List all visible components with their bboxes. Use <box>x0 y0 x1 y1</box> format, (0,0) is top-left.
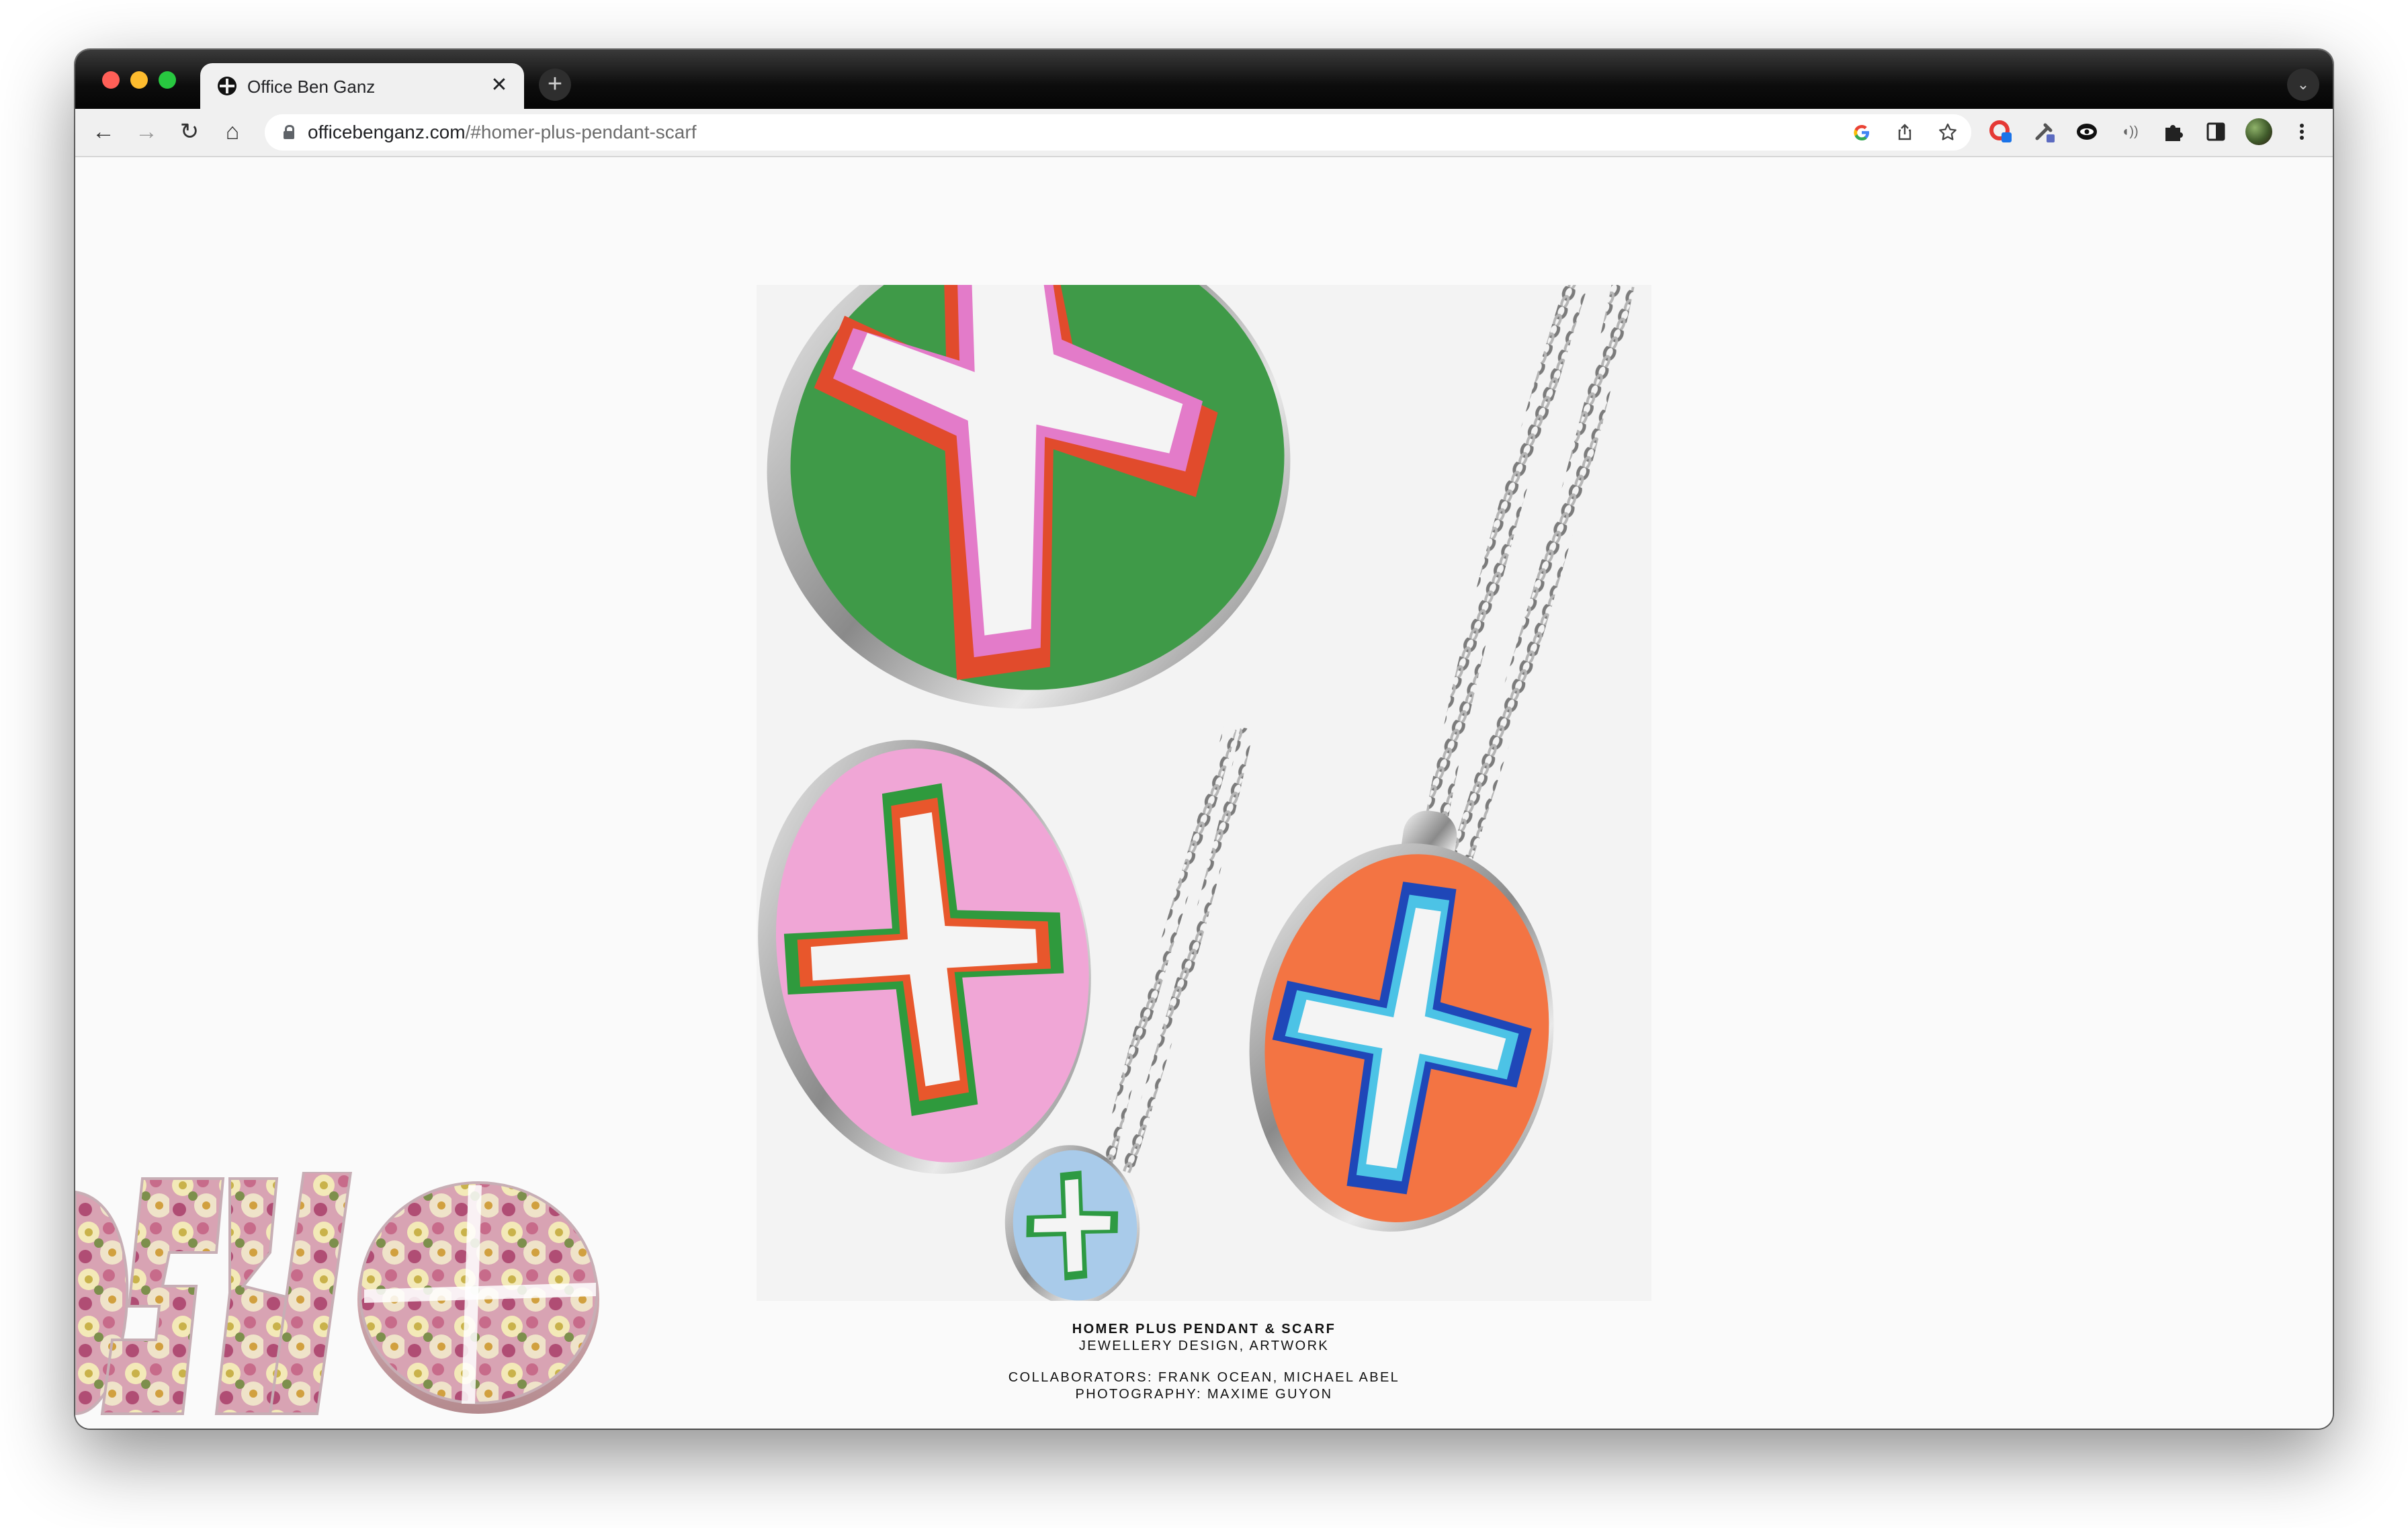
share-icon[interactable] <box>1893 121 1916 144</box>
sidepanel-icon[interactable] <box>2202 118 2229 145</box>
dropper-extension-icon[interactable] <box>2030 118 2057 145</box>
sound-extension-icon[interactable]: ◖)) <box>2116 118 2143 145</box>
menu-icon[interactable] <box>2288 118 2315 145</box>
lock-icon[interactable] <box>284 125 294 139</box>
puzzle-icon[interactable] <box>2159 118 2186 145</box>
browser-toolbar: ← → ↻ ⌂ officebenganz.com/#homer-plus-pe… <box>75 109 2333 157</box>
url-host: officebenganz.com <box>308 122 466 142</box>
floral-logo-image[interactable] <box>75 1172 606 1429</box>
homer-plus-pendants-image[interactable] <box>757 285 1651 1301</box>
browser-window: Office Ben Ganz ✕ + ⌄ ← → ↻ ⌂ officebeng… <box>75 50 2333 1429</box>
forward-button[interactable]: → <box>130 116 163 148</box>
zoom-window-button[interactable] <box>159 71 176 89</box>
page-content: HOMER PLUS PENDANT & SCARF JEWELLERY DES… <box>75 157 2333 1429</box>
project-disciplines: JEWELLERY DESIGN, ARTWORK <box>1078 1339 1330 1353</box>
project-collaborators: COLLABORATORS: FRANK OCEAN, MICHAEL ABEL <box>1008 1370 1400 1385</box>
tab-office-ben-ganz[interactable]: Office Ben Ganz ✕ <box>200 63 524 109</box>
url-text[interactable]: officebenganz.com/#homer-plus-pendant-sc… <box>308 122 696 143</box>
close-window-button[interactable] <box>102 71 120 89</box>
google-icon[interactable] <box>1850 121 1873 144</box>
project-photography: PHOTOGRAPHY: MAXIME GUYON <box>1075 1387 1333 1402</box>
project-title[interactable]: HOMER PLUS PENDANT & SCARF <box>757 1321 1651 1338</box>
project-caption: HOMER PLUS PENDANT & SCARF JEWELLERY DES… <box>757 1321 1651 1403</box>
red-extension-icon[interactable] <box>1987 118 2014 145</box>
tab-search-button[interactable]: ⌄ <box>2287 69 2319 101</box>
star-icon[interactable] <box>1936 121 1959 144</box>
tab-title: Office Ben Ganz <box>247 77 376 97</box>
reload-button[interactable]: ↻ <box>173 116 206 148</box>
url-path: /#homer-plus-pendant-scarf <box>465 122 697 142</box>
home-button[interactable]: ⌂ <box>216 116 249 148</box>
avatar[interactable] <box>2245 118 2272 145</box>
address-bar[interactable]: officebenganz.com/#homer-plus-pendant-sc… <box>265 114 1971 151</box>
new-tab-button[interactable]: + <box>539 69 571 101</box>
back-button[interactable]: ← <box>87 116 120 148</box>
plus-circle-icon <box>218 77 236 95</box>
tab-strip: Office Ben Ganz ✕ + ⌄ <box>75 50 2333 109</box>
close-icon[interactable]: ✕ <box>488 74 511 97</box>
minimize-window-button[interactable] <box>130 71 148 89</box>
eye-extension-icon[interactable] <box>2073 118 2100 145</box>
